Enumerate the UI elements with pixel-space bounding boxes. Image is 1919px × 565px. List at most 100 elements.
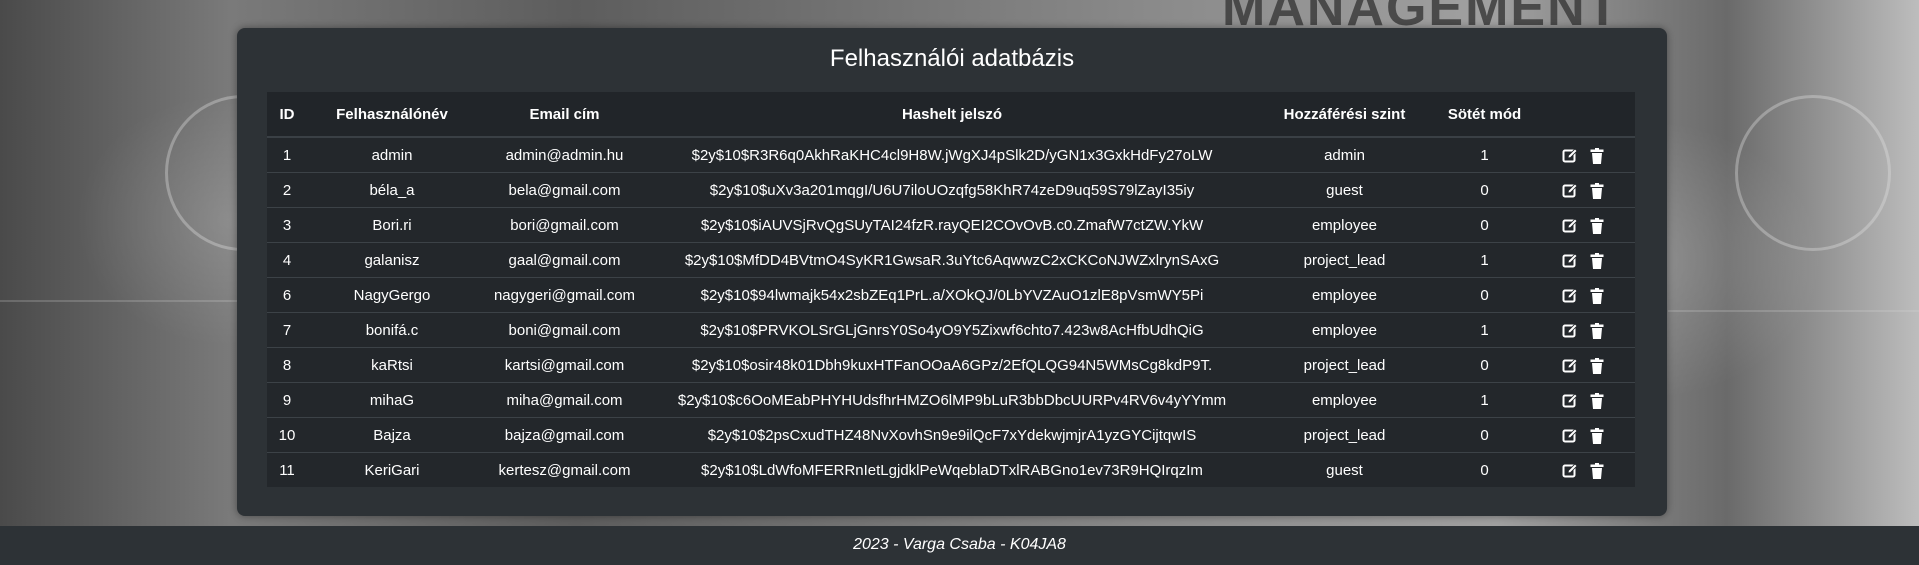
- edit-icon[interactable]: [1562, 357, 1578, 374]
- header-access-level: Hozzáférési szint: [1252, 92, 1437, 138]
- cell-access-level: employee: [1252, 277, 1437, 313]
- header-username: Felhasználónév: [307, 92, 477, 138]
- cell-username: kaRtsi: [307, 347, 477, 383]
- cell-dark-mode: 0: [1437, 452, 1532, 487]
- edit-icon[interactable]: [1562, 147, 1578, 164]
- cell-id: 1: [267, 136, 307, 173]
- cell-access-level: project_lead: [1252, 242, 1437, 278]
- page-title: Felhasználói adatbázis: [829, 45, 1075, 72]
- cell-username: NagyGergo: [307, 277, 477, 313]
- cell-password-hash: $2y$10$uXv3a201mqgI/U6U7iloUOzqfg58KhR74…: [652, 172, 1252, 208]
- cell-id: 4: [267, 242, 307, 278]
- cell-dark-mode: 1: [1437, 136, 1532, 173]
- cell-id: 11: [267, 452, 307, 487]
- cell-access-level: admin: [1252, 136, 1437, 173]
- cell-email: bajza@gmail.com: [477, 417, 652, 453]
- cell-id: 8: [267, 347, 307, 383]
- cell-email: bori@gmail.com: [477, 207, 652, 243]
- cell-email: miha@gmail.com: [477, 382, 652, 418]
- edit-icon[interactable]: [1562, 287, 1578, 304]
- cell-id: 3: [267, 207, 307, 243]
- cell-actions: [1532, 347, 1635, 383]
- trash-icon[interactable]: [1589, 252, 1605, 269]
- cell-dark-mode: 0: [1437, 417, 1532, 453]
- edit-icon[interactable]: [1562, 182, 1578, 199]
- cell-dark-mode: 0: [1437, 172, 1532, 208]
- cell-id: 9: [267, 382, 307, 418]
- trash-icon[interactable]: [1589, 147, 1605, 164]
- trash-icon[interactable]: [1589, 427, 1605, 444]
- cell-username: KeriGari: [307, 452, 477, 487]
- header-actions: [1532, 92, 1635, 138]
- trash-icon[interactable]: [1589, 287, 1605, 304]
- cell-access-level: employee: [1252, 382, 1437, 418]
- header-id: ID: [267, 92, 307, 138]
- table-row: 7 bonifá.c boni@gmail.com $2y$10$PRVKOLS…: [267, 312, 1635, 348]
- cell-password-hash: $2y$10$R3R6q0AkhRaKHC4cl9H8W.jWgXJ4pSlk2…: [652, 136, 1252, 173]
- cell-password-hash: $2y$10$MfDD4BVtmO4SyKR1GwsaR.3uYtc6Aqwwz…: [652, 242, 1252, 278]
- table-body: 1 admin admin@admin.hu $2y$10$R3R6q0AkhR…: [267, 136, 1635, 487]
- trash-icon[interactable]: [1589, 322, 1605, 339]
- cell-actions: [1532, 452, 1635, 487]
- cell-actions: [1532, 207, 1635, 243]
- user-database-panel: Felhasználói adatbázis ID Felhasználónév…: [237, 28, 1667, 516]
- cell-password-hash: $2y$10$c6OoMEabPHYHUdsfhrHMZO6lMP9bLuR3b…: [652, 382, 1252, 418]
- cell-email: nagygeri@gmail.com: [477, 277, 652, 313]
- cell-actions: [1532, 136, 1635, 173]
- cell-username: mihaG: [307, 382, 477, 418]
- table-row: 11 KeriGari kertesz@gmail.com $2y$10$LdW…: [267, 452, 1635, 487]
- cell-dark-mode: 0: [1437, 277, 1532, 313]
- table-row: 3 Bori.ri bori@gmail.com $2y$10$iAUVSjRv…: [267, 207, 1635, 243]
- background-line: [0, 300, 240, 302]
- table-row: 8 kaRtsi kartsi@gmail.com $2y$10$osir48k…: [267, 347, 1635, 383]
- cell-actions: [1532, 312, 1635, 348]
- cell-username: galanisz: [307, 242, 477, 278]
- table-row: 9 mihaG miha@gmail.com $2y$10$c6OoMEabPH…: [267, 382, 1635, 418]
- header-email: Email cím: [477, 92, 652, 138]
- cell-actions: [1532, 242, 1635, 278]
- cell-actions: [1532, 382, 1635, 418]
- cell-dark-mode: 1: [1437, 382, 1532, 418]
- cell-email: admin@admin.hu: [477, 136, 652, 173]
- cell-actions: [1532, 277, 1635, 313]
- edit-icon[interactable]: [1562, 427, 1578, 444]
- cell-password-hash: $2y$10$PRVKOLSrGLjGnrsY0So4yO9Y5Zixwf6ch…: [652, 312, 1252, 348]
- table-row: 2 béla_a bela@gmail.com $2y$10$uXv3a201m…: [267, 172, 1635, 208]
- cell-id: 6: [267, 277, 307, 313]
- edit-icon[interactable]: [1562, 252, 1578, 269]
- cell-username: béla_a: [307, 172, 477, 208]
- cell-id: 7: [267, 312, 307, 348]
- cell-username: bonifá.c: [307, 312, 477, 348]
- cell-password-hash: $2y$10$94lwmajk54x2sbZEq1PrL.a/XOkQJ/0Lb…: [652, 277, 1252, 313]
- trash-icon[interactable]: [1589, 357, 1605, 374]
- cell-access-level: project_lead: [1252, 347, 1437, 383]
- trash-icon[interactable]: [1589, 392, 1605, 409]
- table-row: 10 Bajza bajza@gmail.com $2y$10$2psCxudT…: [267, 417, 1635, 453]
- table-row: 6 NagyGergo nagygeri@gmail.com $2y$10$94…: [267, 277, 1635, 313]
- cell-password-hash: $2y$10$osir48k01Dbh9kuxHTFanOOaA6GPz/2Ef…: [652, 347, 1252, 383]
- cell-access-level: guest: [1252, 452, 1437, 487]
- cell-email: boni@gmail.com: [477, 312, 652, 348]
- cell-access-level: employee: [1252, 312, 1437, 348]
- cell-id: 10: [267, 417, 307, 453]
- footer: 2023 - Varga Csaba - K04JA8: [0, 526, 1919, 565]
- background-line: [1668, 310, 1919, 312]
- edit-icon[interactable]: [1562, 322, 1578, 339]
- cell-id: 2: [267, 172, 307, 208]
- cell-password-hash: $2y$10$2psCxudTHZ48NvXovhSn9e9ilQcF7xYde…: [652, 417, 1252, 453]
- cell-email: gaal@gmail.com: [477, 242, 652, 278]
- trash-icon[interactable]: [1589, 182, 1605, 199]
- cell-actions: [1532, 417, 1635, 453]
- table-row: 1 admin admin@admin.hu $2y$10$R3R6q0AkhR…: [267, 136, 1635, 173]
- cell-email: kertesz@gmail.com: [477, 452, 652, 487]
- edit-icon[interactable]: [1562, 462, 1578, 479]
- trash-icon[interactable]: [1589, 217, 1605, 234]
- cell-email: bela@gmail.com: [477, 172, 652, 208]
- edit-icon[interactable]: [1562, 217, 1578, 234]
- cell-username: admin: [307, 136, 477, 173]
- cell-dark-mode: 0: [1437, 347, 1532, 383]
- trash-icon[interactable]: [1589, 462, 1605, 479]
- table-header: ID Felhasználónév Email cím Hashelt jels…: [267, 92, 1635, 138]
- cell-actions: [1532, 172, 1635, 208]
- edit-icon[interactable]: [1562, 392, 1578, 409]
